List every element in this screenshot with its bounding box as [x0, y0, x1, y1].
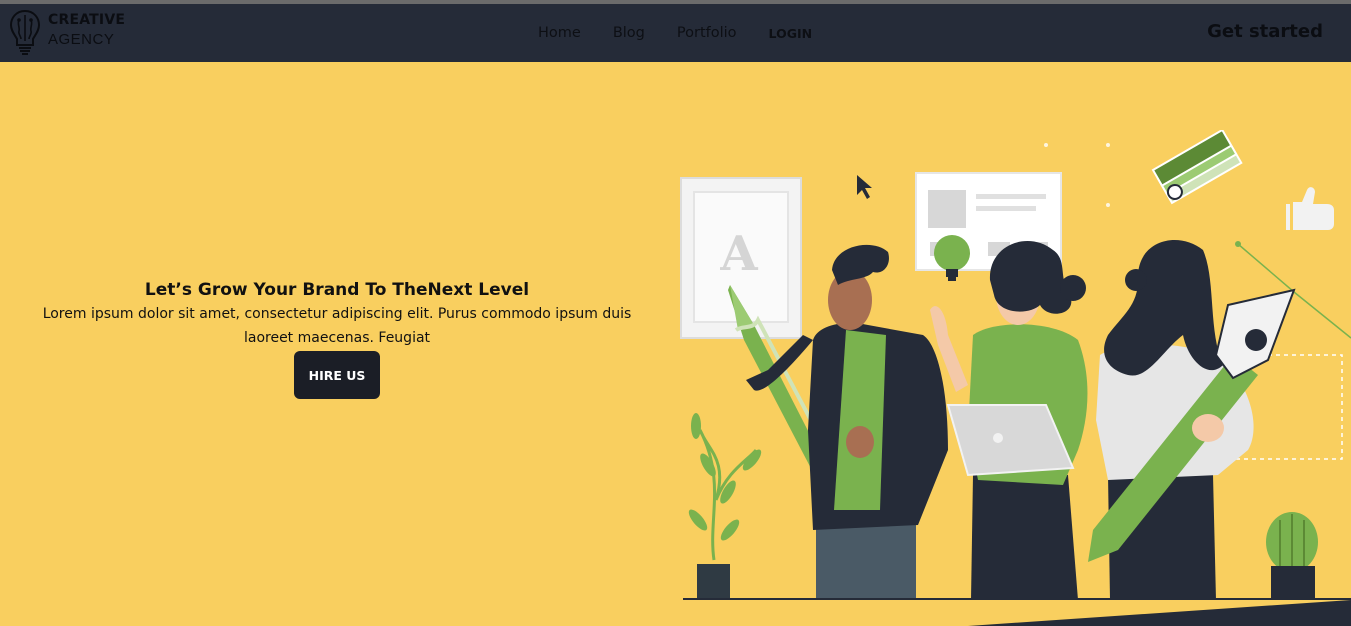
hero-title: Let’s Grow Your Brand To TheNext Level: [144, 280, 530, 300]
brand-wordmark: CREATIVE AGENCY: [48, 11, 125, 49]
hero-description: Lorem ipsum dolor sit amet, consectetur …: [42, 306, 632, 346]
ground-line: [683, 598, 1351, 600]
hire-us-button[interactable]: HIRE US: [294, 351, 380, 399]
brand-name-line1: CREATIVE: [48, 12, 126, 28]
thumbs-up-icon: [1286, 187, 1334, 230]
woman-right-figure: [1088, 240, 1296, 600]
nav-link-home[interactable]: Home: [538, 25, 581, 41]
nav-link-portfolio[interactable]: Portfolio: [677, 25, 737, 41]
woman-center-figure: [930, 241, 1088, 600]
brand-name-line2: AGENCY: [48, 31, 115, 48]
lightbulb-icon: [934, 235, 970, 281]
main-nav: Home Blog Portfolio LOGIN: [538, 23, 812, 43]
lightbulb-brain-logo-icon: [9, 9, 41, 55]
hero-text-block: Let’s Grow Your Brand To TheNext Level L…: [30, 279, 644, 350]
nav-link-blog[interactable]: Blog: [613, 25, 645, 41]
cactus: [1266, 512, 1318, 600]
brand-logo[interactable]: CREATIVE AGENCY: [8, 7, 138, 57]
dark-floor-wedge: [968, 600, 1351, 626]
color-swatch-icon: [1151, 130, 1243, 205]
nav-login-link[interactable]: LOGIN: [769, 26, 813, 41]
plant: [688, 413, 762, 600]
get-started-link[interactable]: Get started: [1207, 21, 1323, 42]
navbar: CREATIVE AGENCY Home Blog Portfolio LOGI…: [0, 4, 1351, 62]
team-illustration: A: [680, 130, 1351, 626]
cursor-arrow-icon: [857, 175, 872, 199]
letter-card-glyph: A: [719, 226, 758, 282]
